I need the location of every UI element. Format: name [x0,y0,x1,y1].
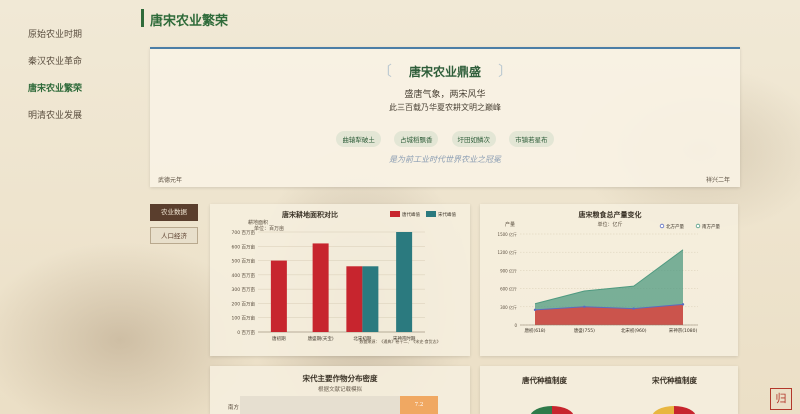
north-point [533,308,537,312]
hero-line-1: 盛唐气象，两宋风华 [404,90,486,100]
y-axis-label: 耕地面积 [248,219,268,226]
hero-tag: 占城稻飘香 [393,131,439,147]
y-tick-label: 200 百万亩 [231,300,255,307]
home-seal-button[interactable]: 归 [770,388,792,410]
x-tick-label: 宋神宗(1080) [669,327,698,334]
y-tick-label: 300 百万亩 [231,286,255,293]
bar [396,232,413,332]
chart-title: 唐宋粮食总产量变化 [579,210,642,219]
legend-label: 唐代峰值 [402,211,420,218]
y-tick-label: 600 百万亩 [231,243,255,250]
source-note: 数据来源：《通典》卷十二、《宋史·食货志》 [359,338,440,344]
unit-label: 单位：百万亩 [254,225,284,232]
density-card: 宋代主要作物分布密度 根据文献记载模拟 南方 7.2 [210,366,470,414]
population-button[interactable]: 人口经济 [150,227,198,244]
legend-label: 宋代峰值 [438,211,456,218]
hero-line-2: 此三百载乃华夏农耕文明之巅峰 [389,103,501,112]
sidebar-item-primitive[interactable]: 原始农业时期 [28,27,82,40]
page-title: 唐宋农业繁荣 [150,14,229,29]
legend-marker [659,223,665,229]
north-point [681,303,685,306]
grain-output-area-chart: 唐宋粮食总产量变化单位：亿斤 产量 北方产量 南方产量 0 300 亿斤 600 亿斤 900… [498,210,721,334]
y-tick-label: 0 百万亩 [237,329,255,336]
legend-label: 南方产量 [702,223,720,230]
legend-marker [695,223,701,229]
song-planting-title: 宋代种植制度 [652,376,697,385]
y-tick-label: 300 亿斤 [500,304,517,310]
sidebar-item-qin-han[interactable]: 秦汉农业革命 [28,54,82,67]
legend-label: 北方产量 [666,223,684,230]
unit-label: 单位：亿斤 [597,221,622,228]
title-accent-bar [141,9,144,27]
hero-end-note: 祥兴二年 [705,177,730,184]
y-tick-label: 1200 亿斤 [498,249,517,255]
tang-planting-title: 唐代种植制度 [522,376,567,385]
sidebar-item-tang-song[interactable]: 唐宋农业繁荣 [28,81,82,94]
bar [312,243,329,332]
cultivated-area-bar-chart: 唐宋耕地面积对比耕地面积单位：百万亩 唐代峰值 宋代峰值 0 百万亩 100 百万亩 20… [231,210,456,344]
y-tick-label: 600 亿斤 [500,286,517,292]
song-pie-chart [652,406,696,414]
tang-pie-chart [530,406,574,414]
y-tick-label: 500 百万亩 [231,258,255,265]
hero-start-note: 武德元年 [158,177,183,184]
hero-card: 〔 唐宋农业鼎盛 〕 盛唐气象，两宋风华 此三百载乃华夏农耕文明之巅峰 曲辕犁破… [150,47,740,187]
y-tick-label: 700 百万亩 [231,229,255,236]
bracket-right-icon: 〕 [498,64,513,80]
hero-tags: 曲辕犁破土 占城稻飘香 圩田如鳞次 市镇若星布 [150,127,740,147]
hero-tag: 市镇若星布 [509,131,554,147]
north-point [632,307,635,310]
y-axis-label: 产量 [505,221,515,228]
bracket-left-icon: 〔 [377,64,392,80]
x-tick-label: 唐盛(755) [574,327,595,334]
y-tick-label: 400 百万亩 [231,272,255,279]
farm-data-button[interactable]: 农业数据 [150,204,198,221]
bar [346,266,363,332]
bar-chart-card: 唐宋耕地面积对比耕地面积 单位：百万亩 唐代峰值 宋代峰值 0 百万亩 100 百万亩 20… [210,204,470,356]
bar [362,266,379,332]
density-sub: 根据文献记载模拟 [317,387,362,393]
density-cell-high: 7.2 [400,396,438,414]
y-tick-label: 1500 亿斤 [498,231,517,237]
sidebar-nav: 原始农业时期 秦汉农业革命 唐宋农业繁荣 明清农业发展 [0,0,140,414]
legend-swatch [426,211,436,217]
y-tick-label: 100 百万亩 [231,315,255,322]
north-point [583,305,586,308]
hero-tag: 圩田如鳞次 [451,131,497,147]
legend-swatch [390,211,400,217]
y-tick-label: 900 亿斤 [500,267,517,273]
hero-tag: 曲辕犁破土 [336,131,381,147]
y-tick-label: 0 [514,323,517,328]
density-cell-empty [240,396,400,414]
density-row-label: 南方 [228,405,240,411]
x-tick-label: 唐盛期(天宝) [308,335,334,342]
hero-quote: 是为前工业时代世界农业之冠冕 [389,155,501,164]
x-tick-label: 唐初期 [272,335,286,342]
area-chart-card: 唐宋粮食总产量变化 单位：亿斤 产量 北方产量 南方产量 0 300 亿斤 600 亿斤 900… [480,204,738,356]
sidebar-item-ming-qing[interactable]: 明清农业发展 [28,108,82,121]
chart-title: 唐宋耕地面积对比 [282,210,338,219]
hero-title: 唐宋农业鼎盛 [408,65,481,79]
x-tick-label: 唐初(618) [524,327,545,334]
bar [270,260,287,332]
density-title: 宋代主要作物分布密度 [302,374,378,383]
x-tick-label: 北宋初(960) [621,327,647,334]
planting-system-card: 唐代种植制度 宋代种植制度 [480,366,738,414]
